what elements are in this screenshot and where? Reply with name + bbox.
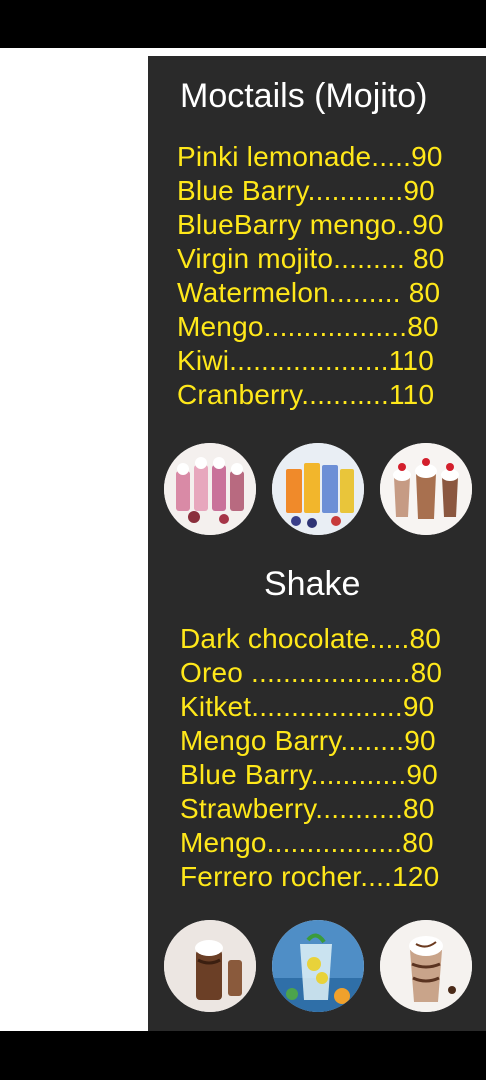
moctails-photo-row	[164, 443, 472, 535]
chocolate-shake-photo	[164, 920, 256, 1012]
menu-item: Blue Barry............90	[180, 759, 438, 790]
menu-item: Mengo.................80	[180, 827, 434, 858]
mocha-frappe-photo	[380, 920, 472, 1012]
menu-item: Watermelon......... 80	[177, 277, 441, 308]
menu-item: Kitket...................90	[180, 691, 435, 722]
menu-item: Ferrero rocher....120	[180, 861, 440, 892]
menu-item: Strawberry...........80	[180, 793, 435, 824]
menu-item: Cranberry...........110	[177, 379, 435, 410]
menu-item: Virgin mojito......... 80	[177, 243, 445, 274]
cherry-shake-cups-photo	[380, 443, 472, 535]
shake-photo-row	[164, 920, 472, 1012]
menu-item: Oreo ....................80	[180, 657, 443, 688]
menu-item: Blue Barry............90	[177, 175, 435, 206]
menu-item: Pinki lemonade.....90	[177, 141, 443, 172]
citrus-mojito-photo	[272, 920, 364, 1012]
status-bar	[0, 0, 486, 48]
menu-panel: Moctails (Mojito) Pinki lemonade.....90 …	[148, 56, 486, 1031]
shake-list: Dark chocolate.....80 Oreo .............…	[180, 622, 442, 894]
milkshake-glasses-photo	[164, 443, 256, 535]
moctails-list: Pinki lemonade.....90 Blue Barry........…	[177, 140, 445, 412]
menu-item: Mengo Barry........90	[180, 725, 436, 756]
menu-item: Mengo..................80	[177, 311, 439, 342]
colorful-mojito-glasses-photo	[272, 443, 364, 535]
menu-item: Kiwi....................110	[177, 345, 434, 376]
menu-item: Dark chocolate.....80	[180, 623, 441, 654]
menu-item: BlueBarry mengo..90	[177, 209, 444, 240]
section-title-moctails: Moctails (Mojito)	[180, 77, 428, 115]
navigation-bar	[0, 1031, 486, 1080]
section-title-shake: Shake	[264, 565, 361, 603]
blank-margin	[0, 48, 148, 1031]
